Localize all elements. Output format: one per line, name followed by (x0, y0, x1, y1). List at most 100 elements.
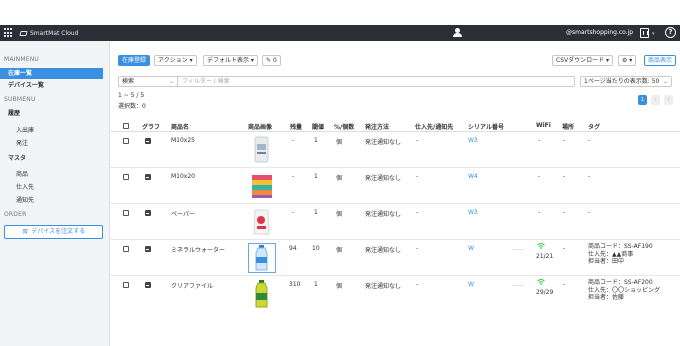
table-row[interactable]: M10x20 - 1 個 発注通知なし - W4 - - - (110, 168, 680, 204)
product-image[interactable] (248, 243, 276, 273)
col-place[interactable]: 場所 (562, 122, 574, 131)
product-name[interactable]: ミネラルウォーター (171, 245, 225, 254)
per-page-select[interactable]: 1ページ当たりの表示数: 50 ⌄ (580, 76, 672, 87)
product-image[interactable] (248, 135, 276, 165)
chevron-down-icon[interactable]: ▾ (652, 31, 655, 37)
order-device-button[interactable]: 🛒︎ デバイスを注文する (4, 225, 103, 239)
sidebar-item-products[interactable]: 商品 (0, 169, 103, 180)
row-checkbox[interactable] (123, 138, 129, 144)
col-serial[interactable]: シリアル番号 (468, 122, 504, 131)
serial-link[interactable]: W4 (468, 173, 478, 180)
sidebar-item-suppliers[interactable]: 仕入先 (0, 182, 103, 193)
gear-icon: ⚙ (622, 57, 628, 64)
table-header: グラフ 商品名 商品画像 残量 閾値 %/個数 発注方法 仕入先/通知先 シリア… (110, 120, 680, 132)
graph-icon[interactable] (145, 246, 151, 252)
tag-value: - (588, 137, 591, 144)
place-value: - (563, 137, 566, 144)
filter-search-input[interactable]: フィルター / 検索 (177, 76, 575, 87)
remaining-value: - (292, 137, 295, 144)
graph-icon[interactable] (145, 174, 151, 180)
threshold-value: 1 (314, 173, 318, 180)
supplier-value: - (416, 281, 419, 288)
table-row[interactable]: ミネラルウォーター 94 10 個 発注通知なし - W …… 21/21 - … (110, 240, 680, 276)
threshold-value: 1 (314, 281, 318, 288)
sidebar-section-order: ORDER (4, 211, 27, 218)
product-view-button[interactable]: 商品表示 (644, 55, 677, 66)
sidebar-heading-history: 履歴 (8, 110, 21, 117)
tag-list: 商品コード：SS-AF190 仕入先：▲▲商事 担当者：田中 (588, 243, 653, 266)
prev-page-button[interactable]: ‹ (651, 95, 660, 105)
search-field-select[interactable]: 検索 ⌄ (118, 76, 178, 87)
graph-icon[interactable] (145, 210, 151, 216)
place-value: - (563, 173, 566, 180)
table-row[interactable]: M10x25 - 1 個 発注通知なし - W3 - - - (110, 132, 680, 168)
unit-value: 個 (336, 139, 343, 146)
order-method: 発注通知なし (365, 247, 402, 254)
wifi-icon (537, 243, 545, 249)
table-row[interactable]: ペーパー - 1 個 発注通知なし - W3 - - - (110, 204, 680, 240)
col-wifi: WiFi (536, 122, 551, 129)
csv-download-dropdown[interactable]: CSVダウンロード ▾ (552, 55, 614, 66)
sidebar-item-notify[interactable]: 通知先 (0, 195, 103, 206)
table-row[interactable]: クリアファイル 310 1 個 発注通知なし - W …… 29/29 - 商品… (110, 276, 680, 312)
brand-logo[interactable]: SmartMat Cloud (19, 29, 79, 37)
settings-dropdown[interactable]: ⚙ ▾ (618, 55, 637, 66)
product-image[interactable] (248, 171, 276, 201)
order-method: 発注通知なし (365, 283, 402, 290)
add-stock-button[interactable]: 在庫登録 (118, 55, 151, 66)
account-email[interactable]: @smartshopping.co.jp (566, 29, 633, 36)
unit-value: 個 (336, 247, 343, 254)
sidebar-item-device-list[interactable]: デバイス一覧 (0, 80, 103, 91)
supplier-value: - (416, 209, 419, 216)
graph-icon[interactable] (145, 282, 151, 288)
chevron-down-icon: ⌄ (662, 78, 668, 85)
row-checkbox[interactable] (123, 174, 129, 180)
sidebar-item-inout[interactable]: 入出庫 (0, 125, 103, 136)
col-remaining[interactable]: 残量 (290, 122, 302, 131)
serial-masked: …… (512, 281, 524, 288)
wifi-value: - (538, 137, 541, 144)
tag-supplier: 仕入先：▲▲商事 (588, 250, 634, 258)
product-name[interactable]: クリアファイル (171, 281, 213, 290)
row-checkbox[interactable] (123, 282, 129, 288)
next-page-button[interactable]: › (664, 95, 673, 105)
result-range: 1 ~ 5 / 5 (118, 92, 145, 99)
product-name[interactable]: M10x20 (171, 173, 195, 180)
product-image[interactable] (248, 279, 276, 309)
threshold-value: 1 (314, 209, 318, 216)
product-image[interactable] (248, 207, 276, 237)
serial-link[interactable]: W3 (468, 137, 478, 144)
serial-link[interactable]: W (468, 245, 474, 252)
row-checkbox[interactable] (123, 210, 129, 216)
action-label: アクション (158, 57, 188, 64)
page-1-button[interactable]: 1 (638, 95, 647, 105)
select-all-checkbox[interactable] (123, 123, 129, 129)
brand-name: SmartMat Cloud (30, 29, 79, 37)
sidebar-section-submenu: SUBMENU (4, 96, 36, 103)
product-name[interactable]: ペーパー (171, 209, 195, 218)
sidebar: MAINMENU 在庫一覧 デバイス一覧 SUBMENU 履歴 入出庫 発注 マ… (0, 41, 110, 346)
col-unit[interactable]: %/個数 (334, 122, 354, 131)
help-icon[interactable]: ? (665, 27, 676, 38)
col-supplier[interactable]: 仕入先/通知先 (415, 122, 453, 131)
col-name[interactable]: 商品名 (171, 122, 189, 131)
col-order-method[interactable]: 発注方法 (365, 122, 389, 131)
col-threshold[interactable]: 閾値 (312, 122, 324, 131)
serial-link[interactable]: W3 (468, 209, 478, 216)
default-view-dropdown[interactable]: デフォルト表示 ▾ (203, 55, 258, 66)
row-checkbox[interactable] (123, 246, 129, 252)
serial-link[interactable]: W (468, 281, 474, 288)
app-grid-icon[interactable] (4, 28, 14, 38)
graph-icon[interactable] (145, 138, 151, 144)
csv-download-label: CSVダウンロード (556, 57, 605, 64)
company-icon[interactable] (640, 28, 649, 38)
tag-product-code: 商品コード：SS-AF200 (588, 279, 653, 286)
sidebar-item-order[interactable]: 発注 (0, 138, 103, 149)
product-name[interactable]: M10x25 (171, 137, 195, 144)
edit-views-button[interactable]: ✎ 0 (262, 55, 281, 66)
tag-value: - (588, 209, 591, 216)
sidebar-item-stock-list[interactable]: 在庫一覧 (0, 68, 103, 79)
user-icon[interactable] (453, 28, 462, 38)
action-dropdown[interactable]: アクション ▾ (154, 55, 197, 66)
order-method: 発注通知なし (365, 139, 402, 146)
